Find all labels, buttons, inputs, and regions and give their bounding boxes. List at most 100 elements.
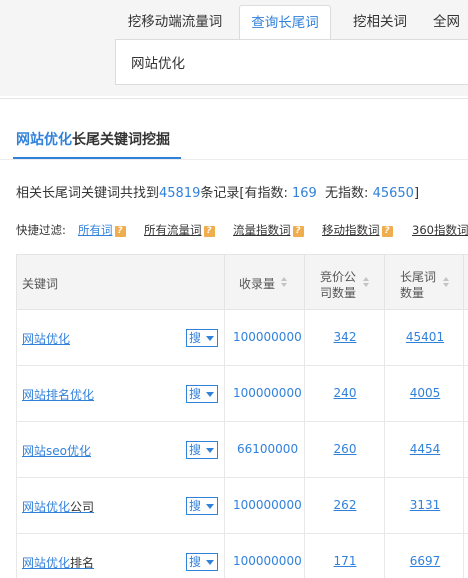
cell-bid: 260 — [304, 422, 384, 477]
search-engine-dropdown[interactable]: 搜 — [186, 441, 218, 459]
filter-all-words[interactable]: 所有词 — [78, 223, 113, 237]
volume-value: 66100000 — [237, 442, 299, 456]
keyword-link[interactable]: 网站优化排名 — [22, 554, 94, 571]
col-bid-companies[interactable]: 竞价公 司数量 — [304, 255, 384, 310]
col-bid-label-1: 竞价公 — [320, 270, 357, 284]
tab-long-tail-query[interactable]: 查询长尾词 — [239, 5, 331, 41]
search-engine-dropdown[interactable]: 搜 — [186, 497, 218, 515]
long-tail-count-link[interactable]: 4454 — [385, 442, 465, 456]
col-long-label-2: 数量 — [400, 286, 425, 300]
volume-value: 100000000 — [233, 330, 302, 344]
volume-value: 100000000 — [233, 498, 302, 512]
bid-count-link[interactable]: 262 — [305, 498, 385, 512]
table-row: 网站seo优化 搜 66100000 260 4454 — [16, 422, 468, 478]
filter-360-index-words[interactable]: 360指数词 — [412, 223, 468, 237]
help-icon[interactable]: ? — [203, 226, 215, 237]
col-volume-label: 收录量 — [239, 277, 276, 291]
help-icon[interactable]: ? — [292, 226, 304, 237]
volume-value: 100000000 — [233, 554, 302, 568]
cell-long-tail: 6697 — [384, 534, 464, 578]
summary-total: 45819 — [159, 186, 201, 201]
filter-mobile-index-wrap: 移动指数词? — [322, 222, 393, 238]
long-tail-count-link[interactable]: 45401 — [385, 330, 465, 344]
section-title-keyword: 网站优化 — [16, 132, 72, 148]
quick-filter-label: 快捷过滤: — [16, 223, 66, 237]
cell-long-tail: 4454 — [384, 422, 464, 477]
section-divider — [0, 159, 468, 160]
results-panel: 网站优化长尾关键词挖掘 相关长尾词关键词共找到45819条记录[有指数: 169… — [0, 98, 468, 578]
summary-mid1: 条记录[有指数: — [200, 186, 292, 201]
summary-suffix: ] — [413, 186, 420, 201]
bid-count-link[interactable]: 342 — [305, 330, 385, 344]
cell-long-tail: 45401 — [384, 310, 464, 365]
cell-keyword: 网站seo优化 搜 — [16, 422, 224, 477]
tab-whole-web[interactable]: 全网 — [433, 5, 468, 40]
chevron-down-icon — [206, 392, 214, 397]
keyword-link[interactable]: 网站优化公司 — [22, 498, 94, 515]
result-summary: 相关长尾词关键词共找到45819条记录[有指数: 169 无指数: 45650] — [16, 182, 419, 201]
cell-volume: 100000000 — [224, 310, 304, 365]
cell-long-tail: 4005 — [384, 366, 464, 421]
col-long-tail-count[interactable]: 长尾词 数量 — [384, 255, 464, 310]
cell-bid: 171 — [304, 534, 384, 578]
search-engine-dropdown[interactable]: 搜 — [186, 329, 218, 347]
filter-360-index-wrap: 360指数词 — [412, 222, 468, 238]
col-volume[interactable]: 收录量 — [224, 255, 304, 310]
help-icon[interactable]: ? — [381, 226, 393, 237]
cell-bid: 342 — [304, 310, 384, 365]
chevron-down-icon — [206, 504, 214, 509]
search-engine-dropdown[interactable]: 搜 — [186, 385, 218, 403]
search-engine-dropdown[interactable]: 搜 — [186, 553, 218, 571]
filter-all-words-wrap: 所有词? — [78, 222, 126, 238]
filter-traffic-index-wrap: 流量指数词? — [233, 222, 304, 238]
cell-keyword: 网站优化排名 搜 — [16, 534, 224, 578]
long-tail-count-link[interactable]: 6697 — [385, 554, 465, 568]
section-title-text: 长尾关键词挖掘 — [72, 132, 170, 148]
keyword-link[interactable]: 网站排名优化 — [22, 386, 94, 403]
keyword-link[interactable]: 网站优化 — [22, 330, 70, 347]
col-keyword: 关键词 — [16, 255, 224, 310]
long-tail-count-link[interactable]: 4005 — [385, 386, 465, 400]
filter-mobile-index-words[interactable]: 移动指数词 — [322, 223, 380, 237]
col-long-label-1: 长尾词 — [400, 270, 437, 284]
cell-bid: 262 — [304, 478, 384, 533]
search-header: 挖移动端流量词 查询长尾词 挖相关词 全网 — [0, 0, 468, 96]
chevron-down-icon — [206, 448, 214, 453]
cell-volume: 100000000 — [224, 366, 304, 421]
summary-with-index: 169 — [291, 186, 317, 201]
keyword-link[interactable]: 网站seo优化 — [22, 442, 91, 459]
table-row: 网站优化 搜 100000000 342 45401 — [16, 310, 468, 366]
table-row: 网站优化公司 搜 100000000 262 3131 — [16, 478, 468, 534]
tab-related-words[interactable]: 挖相关词 — [335, 5, 425, 40]
bid-count-link[interactable]: 171 — [305, 554, 385, 568]
col-keyword-label: 关键词 — [22, 277, 59, 291]
summary-without-index: 45650 — [372, 186, 414, 201]
table-row: 网站排名优化 搜 100000000 240 4005 — [16, 366, 468, 422]
cell-keyword: 网站优化公司 搜 — [16, 478, 224, 533]
cell-keyword: 网站优化 搜 — [16, 310, 224, 365]
cell-volume: 100000000 — [224, 534, 304, 578]
filter-traffic-words[interactable]: 所有流量词 — [144, 223, 202, 237]
search-input[interactable] — [116, 40, 446, 84]
tool-tabs: 挖移动端流量词 查询长尾词 挖相关词 全网 — [113, 5, 468, 41]
cell-volume: 66100000 — [224, 422, 304, 477]
bid-count-link[interactable]: 240 — [305, 386, 385, 400]
filter-traffic-words-wrap: 所有流量词? — [144, 222, 215, 238]
sort-icon[interactable] — [443, 277, 450, 287]
cell-bid: 240 — [304, 366, 384, 421]
sort-icon[interactable] — [363, 277, 370, 287]
summary-mid2: 无指数: — [316, 186, 373, 201]
table-row: 网站优化排名 搜 100000000 171 6697 — [16, 534, 468, 578]
bid-count-link[interactable]: 260 — [305, 442, 385, 456]
table-header: 关键词 收录量 竞价公 司数量 长尾词 数量 — [16, 254, 468, 310]
section-title: 网站优化长尾关键词挖掘 — [16, 129, 170, 149]
help-icon[interactable]: ? — [114, 226, 126, 237]
volume-value: 100000000 — [233, 386, 302, 400]
cell-keyword: 网站排名优化 搜 — [16, 366, 224, 421]
tab-mobile-traffic-words[interactable]: 挖移动端流量词 — [113, 5, 237, 40]
long-tail-count-link[interactable]: 3131 — [385, 498, 465, 512]
sort-icon[interactable] — [281, 277, 288, 287]
summary-prefix: 相关长尾词关键词共找到 — [16, 186, 160, 201]
filter-traffic-index-words[interactable]: 流量指数词 — [233, 223, 291, 237]
cell-volume: 100000000 — [224, 478, 304, 533]
